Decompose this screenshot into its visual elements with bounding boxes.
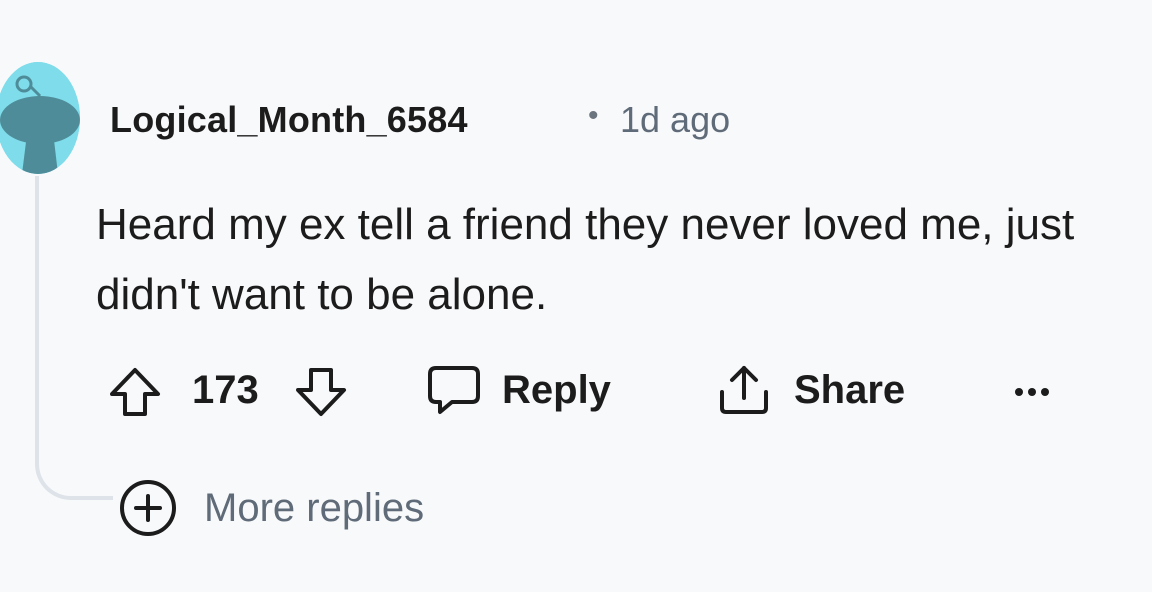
author-username[interactable]: Logical_Month_6584: [110, 99, 468, 141]
downvote-button[interactable]: [294, 366, 348, 418]
more-replies-label: More replies: [204, 485, 425, 530]
arrow-down-icon: [296, 368, 346, 416]
upvote-button[interactable]: [108, 366, 162, 418]
comment-body: Heard my ex tell a friend they never lov…: [96, 200, 1075, 319]
more-options-button[interactable]: [1010, 364, 1054, 420]
vote-count: 173: [192, 368, 259, 412]
thread-connector: [35, 460, 113, 500]
reddit-snoo-avatar-icon: [0, 62, 80, 174]
arrow-up-icon: [110, 368, 160, 416]
comment-timestamp[interactable]: 1d ago: [620, 99, 730, 141]
reply-button[interactable]: Reply: [426, 362, 611, 418]
meta-separator: •: [588, 99, 599, 132]
avatar[interactable]: [0, 62, 80, 174]
share-label: Share: [794, 367, 906, 412]
speech-bubble-icon: [426, 362, 482, 418]
ellipsis-icon: [1015, 388, 1049, 396]
share-button[interactable]: Share: [716, 362, 905, 418]
plus-circle-icon: [118, 478, 178, 538]
thread-line: [35, 176, 39, 462]
share-upload-icon: [716, 362, 772, 418]
more-replies-button[interactable]: More replies: [118, 478, 424, 538]
reply-label: Reply: [502, 367, 611, 412]
